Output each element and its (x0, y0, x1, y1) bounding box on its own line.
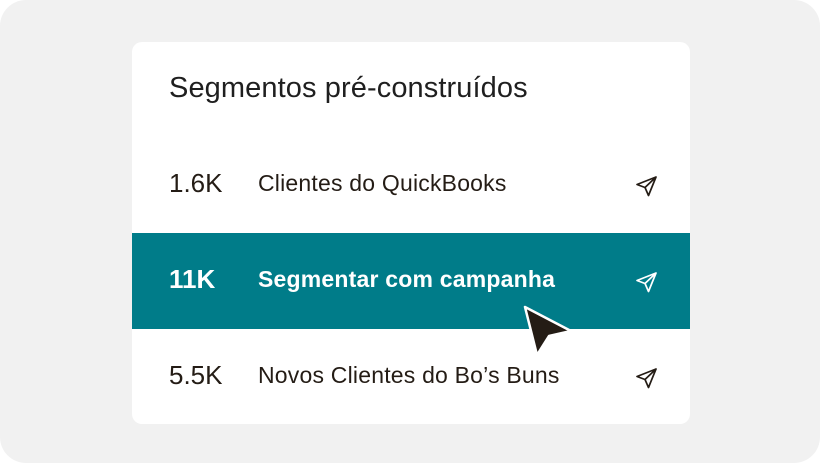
segment-row-campaign[interactable]: 11K Segmentar com campanha (132, 233, 690, 329)
segment-row-new-clients[interactable]: 5.5K Novos Clientes do Bo’s Buns (132, 329, 690, 424)
segment-count: 1.6K (169, 168, 223, 198)
segment-row-quickbooks[interactable]: 1.6K Clientes do QuickBooks (132, 137, 690, 233)
send-icon[interactable] (635, 174, 659, 198)
segments-card: Segmentos pré-construídos 1.6K Clientes … (132, 42, 690, 424)
segment-label: Novos Clientes do Bo’s Buns (258, 362, 560, 388)
send-icon[interactable] (635, 366, 659, 390)
send-icon[interactable] (635, 270, 659, 294)
pointer-cursor-icon (523, 305, 573, 357)
segment-count: 11K (169, 264, 216, 294)
segment-label: Clientes do QuickBooks (258, 170, 507, 196)
segment-label: Segmentar com campanha (258, 266, 556, 292)
segment-count: 5.5K (169, 360, 223, 390)
card-title: Segmentos pré-construídos (169, 72, 528, 104)
